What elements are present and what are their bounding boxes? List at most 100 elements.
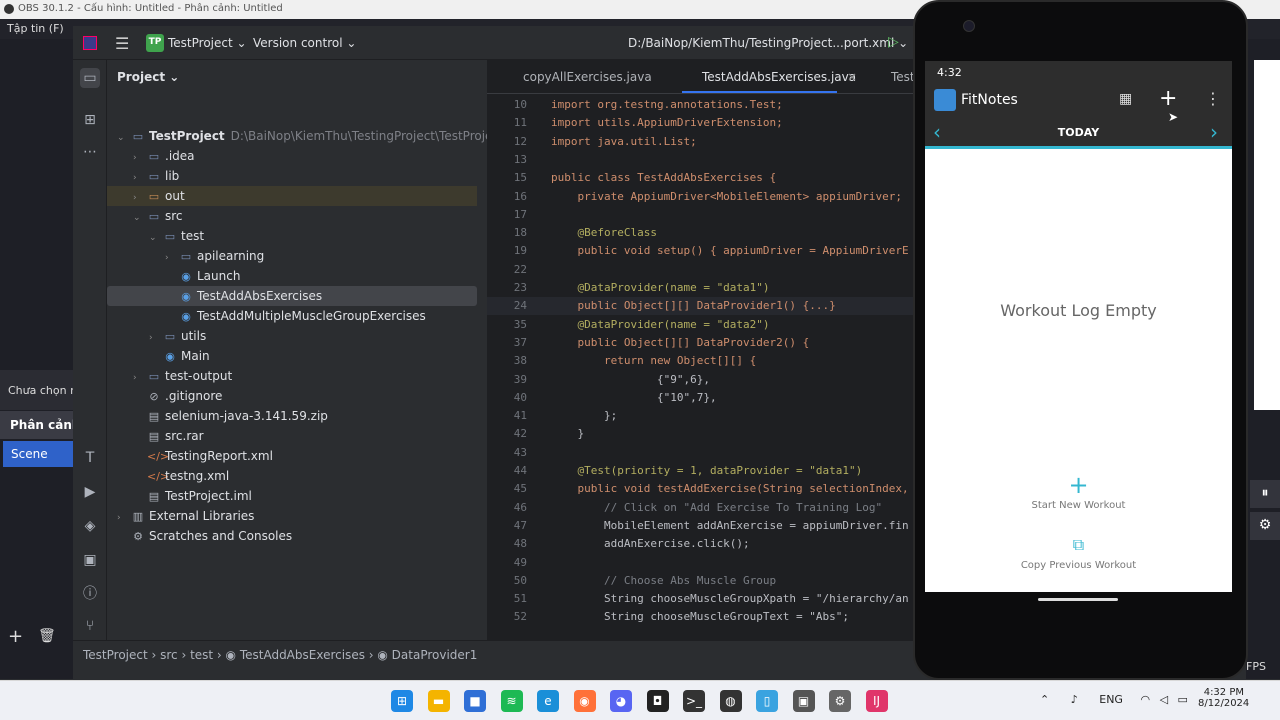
code-line[interactable]: 37 public Object[][] DataProvider2() {	[487, 334, 916, 352]
tree-item[interactable]: ⌄ ▭ test	[107, 226, 477, 246]
code-line[interactable]: 44 @Test(priority = 1, dataProvider = "d…	[487, 462, 916, 480]
edge-icon[interactable]: e	[537, 690, 559, 712]
expand-arrow-icon[interactable]: ›	[117, 508, 131, 528]
expand-arrow-icon[interactable]: ⌄	[149, 228, 163, 248]
tree-item[interactable]: ◉ Launch	[107, 266, 477, 286]
expand-arrow-icon[interactable]: ›	[133, 168, 147, 188]
chevron-right-icon[interactable]: ›	[1210, 120, 1218, 144]
home-indicator[interactable]	[1038, 598, 1118, 601]
start-new-workout-button[interactable]: Start New Workout	[925, 500, 1232, 511]
copy-previous-workout-button[interactable]: Copy Previous Workout	[925, 560, 1232, 571]
tab-copyallexercises[interactable]: copyAllExercises.java	[523, 70, 652, 84]
expand-arrow-icon[interactable]: ›	[133, 148, 147, 168]
intellij-icon[interactable]: IJ	[865, 690, 888, 712]
code-line[interactable]: 24 public Object[][] DataProvider1() {..…	[487, 297, 916, 316]
terminal-icon[interactable]: >_	[683, 690, 705, 712]
code-line[interactable]: 11 import utils.AppiumDriverExtension;	[487, 114, 916, 132]
code-line[interactable]: 12 import java.util.List;	[487, 133, 916, 151]
code-line[interactable]: 16 private AppiumDriver<MobileElement> a…	[487, 188, 916, 206]
trash-icon[interactable]: 🗑	[38, 628, 56, 644]
code-line[interactable]: 23 @DataProvider(name = "data1")	[487, 279, 916, 297]
tab-testaddabsexercises[interactable]: TestAddAbsExercises.java	[702, 70, 856, 84]
tree-item[interactable]: </>testng.xml	[107, 466, 477, 486]
code-line[interactable]: 15 public class TestAddAbsExercises {	[487, 169, 916, 187]
layers-icon[interactable]: ◈	[80, 516, 100, 536]
tree-item[interactable]: </>TestingReport.xml	[107, 446, 477, 466]
tree-item[interactable]: ▤ selenium-java-3.141.59.zip	[107, 406, 477, 426]
firefox-icon[interactable]: ◉	[573, 690, 596, 712]
copy-icon[interactable]: ⧉	[925, 535, 1232, 555]
chevron-up-icon[interactable]: ⌃	[1040, 693, 1049, 706]
volume-icon[interactable]: ◁	[1160, 693, 1168, 706]
tree-item[interactable]: ▤ src.rar	[107, 426, 477, 446]
windows-start-icon[interactable]: ⊞	[391, 690, 413, 712]
code-editor[interactable]: copyAllExercises.java TestAddAbsExercise…	[487, 60, 916, 640]
code-line[interactable]: 52 String chooseMuscleGroupText = "Abs";	[487, 608, 916, 626]
overflow-menu-icon[interactable]: ⋮	[1205, 89, 1221, 108]
expand-arrow-icon[interactable]: ›	[165, 248, 179, 268]
pause-icon[interactable]: ⏸	[1250, 480, 1280, 508]
code-line[interactable]: 51 String chooseMuscleGroupXpath = "/hie…	[487, 590, 916, 608]
code-line[interactable]: 45 public void testAddExercise(String se…	[487, 480, 916, 498]
code-line[interactable]: 46 // Click on "Add Exercise To Training…	[487, 499, 916, 517]
terminal-icon[interactable]: ▣	[80, 550, 100, 570]
code-line[interactable]: 10 import org.testng.annotations.Test;	[487, 96, 916, 114]
tree-item[interactable]: ⌄ ▭ TestProject D:\BaiNop\KiemThu\TestingPr…	[107, 126, 504, 148]
code-line[interactable]: 22	[487, 261, 916, 279]
close-icon[interactable]: ×	[847, 70, 857, 84]
obs-scene-item[interactable]: Scene	[3, 441, 73, 467]
tree-item[interactable]: ⊘ .gitignore	[107, 386, 477, 406]
menu-file[interactable]: Tập tin (F)	[7, 22, 64, 35]
app-yellow-icon[interactable]: ◘	[646, 690, 669, 712]
run-icon[interactable]: ▷	[888, 34, 899, 50]
build-icon[interactable]: T	[80, 448, 100, 468]
wifi-icon[interactable]: ◠	[1140, 693, 1150, 706]
run-config-selector[interactable]: D:/BaiNop/KiemThu/TestingProject...port.…	[628, 36, 908, 50]
breadcrumb[interactable]: TestProject › src › test › ◉ TestAddAbsE…	[73, 640, 916, 668]
code-line[interactable]: 13	[487, 151, 916, 169]
add-scene-button[interactable]: +	[8, 626, 23, 647]
expand-arrow-icon[interactable]: ›	[133, 188, 147, 208]
battery-icon[interactable]: ▭	[1178, 693, 1188, 706]
code-line[interactable]: 50 // Choose Abs Muscle Group	[487, 572, 916, 590]
code-line[interactable]: 48 addAnExercise.click();	[487, 535, 916, 553]
discord-icon[interactable]: ◕	[610, 690, 632, 712]
code-line[interactable]: 17	[487, 206, 916, 224]
code-line[interactable]: 39 {"9",6},	[487, 371, 916, 389]
git-icon[interactable]: ⑂	[80, 616, 100, 636]
folder-icon[interactable]: ▭	[80, 68, 100, 88]
calendar-icon[interactable]: ▦	[1119, 91, 1132, 107]
language-indicator[interactable]: ENG	[1099, 693, 1123, 706]
tree-item[interactable]: ⚙ Scratches and Consoles	[107, 526, 477, 546]
tree-item[interactable]: ⌄ ▭ src	[107, 206, 477, 226]
tree-item[interactable]: ◉ TestAddAbsExercises	[107, 286, 477, 306]
tab-test[interactable]: Test	[891, 70, 915, 84]
code-line[interactable]: 38 return new Object[][] {	[487, 352, 916, 370]
code-line[interactable]: 19 public void setup() { appiumDriver = …	[487, 242, 916, 260]
expand-arrow-icon[interactable]: ⌄	[133, 208, 147, 228]
code-line[interactable]: 49	[487, 554, 916, 572]
code-line[interactable]: 40 {"10",7},	[487, 389, 916, 407]
problems-icon[interactable]: ⓘ	[80, 584, 100, 604]
project-selector[interactable]: TestProject ⌄	[168, 36, 247, 50]
project-panel-title[interactable]: Project ⌄	[117, 70, 179, 84]
taskbar-clock[interactable]: 4:32 PM 8/12/2024	[1198, 687, 1249, 709]
plus-icon[interactable]: +	[925, 471, 1232, 499]
tree-item[interactable]: › ▭ out	[107, 186, 477, 206]
code-line[interactable]: 18 @BeforeClass	[487, 224, 916, 242]
expand-arrow-icon[interactable]: ⌄	[117, 128, 131, 148]
settings-icon[interactable]: ⚙	[829, 690, 851, 712]
tree-item[interactable]: › ▭ .idea	[107, 146, 477, 166]
code-line[interactable]: 43	[487, 444, 916, 462]
tree-item[interactable]: › ▭ utils	[107, 326, 477, 346]
tree-item[interactable]: › ▭ apilearning	[107, 246, 477, 266]
spotify-icon[interactable]: ≋	[500, 690, 523, 712]
expand-arrow-icon[interactable]: ›	[133, 368, 147, 388]
file-explorer-icon[interactable]: ▬	[427, 690, 450, 712]
tree-item[interactable]: ▤ TestProject.iml	[107, 486, 477, 506]
main-menu-icon[interactable]: ☰	[115, 34, 129, 53]
tree-item[interactable]: › ▭ test-output	[107, 366, 477, 386]
android-studio-icon[interactable]: ▯	[756, 690, 778, 712]
microphone-icon[interactable]: ♪	[1071, 693, 1078, 706]
run-tool-icon[interactable]: ▶	[80, 482, 100, 502]
